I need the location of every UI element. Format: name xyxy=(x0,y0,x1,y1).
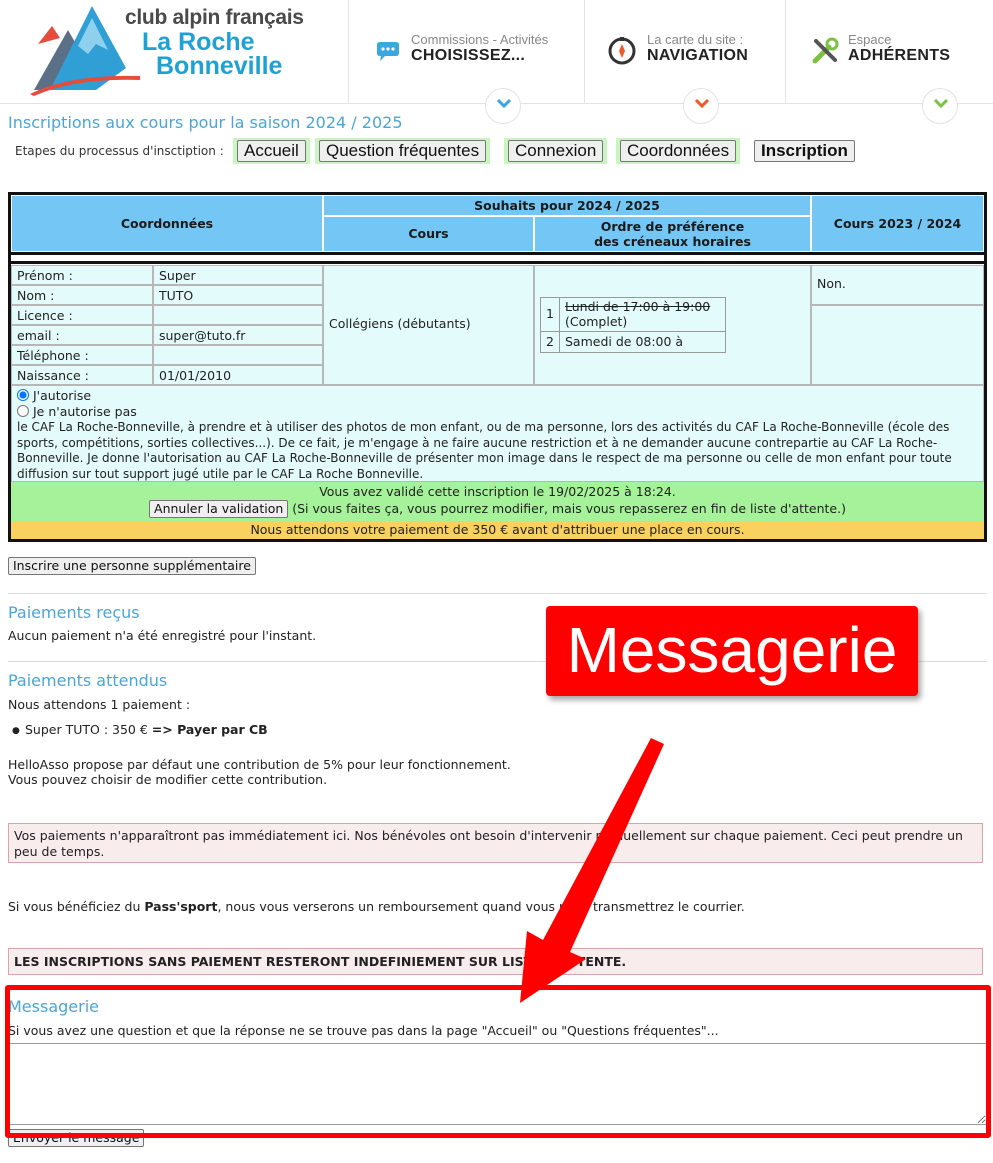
annotation-highlight-box xyxy=(5,985,991,1138)
annotation-label: Messagerie xyxy=(546,606,918,696)
annotation-label-text: Messagerie xyxy=(566,614,898,686)
